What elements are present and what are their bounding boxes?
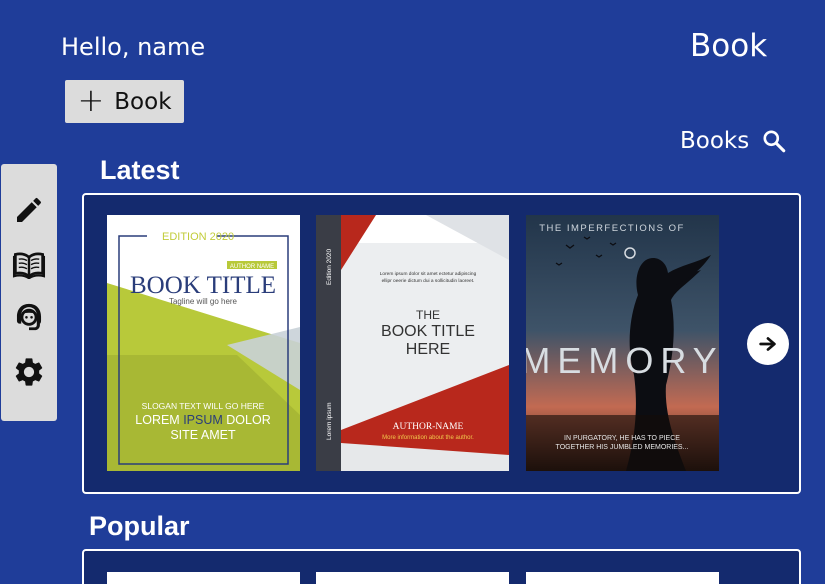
svg-text:LOREM IPSUM DOLOR: LOREM IPSUM DOLOR xyxy=(135,413,270,427)
section-title-popular: Popular xyxy=(89,511,190,541)
cover1-author-tag: AUTHOR NAME xyxy=(230,264,274,270)
open-book-icon xyxy=(12,252,46,279)
cover1-lorem-2: SITE AMET xyxy=(170,428,236,442)
app-title: Book xyxy=(690,28,768,64)
books-link-label: Books xyxy=(680,128,750,154)
sidebar-item-support[interactable] xyxy=(11,300,47,336)
cover2-title-1: THE xyxy=(416,308,440,322)
gear-icon xyxy=(15,358,43,386)
cover1-lorem-c: DOLOR xyxy=(226,413,270,427)
cover2-title-3: HERE xyxy=(406,341,450,358)
section-title-latest: Latest xyxy=(100,155,180,185)
cover1-lorem-a: LOREM xyxy=(135,413,179,427)
popular-book-cover-1[interactable] xyxy=(107,572,300,584)
cover1-slogan: SLOGAN TEXT WILL GO HERE xyxy=(142,401,265,411)
cover1-lorem-b: IPSUM xyxy=(183,413,223,427)
add-book-label: Book xyxy=(114,88,172,115)
sidebar xyxy=(1,164,57,421)
book-cover-1[interactable]: EDITION 2020 AUTHOR NAME BOOK TITLE Tagl… xyxy=(107,215,300,471)
next-button[interactable] xyxy=(747,323,789,365)
plus-icon: + xyxy=(77,80,105,119)
sidebar-item-library[interactable] xyxy=(11,246,47,282)
sidebar-item-edit[interactable] xyxy=(11,192,47,228)
cover1-edition: EDITION 2020 xyxy=(162,231,234,243)
cover3-top-line: THE IMPERFECTIONS OF xyxy=(539,223,685,234)
cover3-tagline-2: TOGETHER HIS JUMBLED MEMORIES... xyxy=(556,444,689,451)
cover2-author-note: More information about the author. xyxy=(382,435,474,441)
popular-book-cover-2[interactable] xyxy=(316,572,509,584)
cover3-title: MEMORY xyxy=(526,340,719,381)
search-icon xyxy=(763,130,786,153)
book-cover-3[interactable]: THE IMPERFECTIONS OF MEMORY IN PURGATORY… xyxy=(526,215,719,471)
cover1-tagline: Tagline will go here xyxy=(169,297,238,306)
arrow-right-icon xyxy=(759,337,776,351)
cover2-spine: Lorem ipsum xyxy=(326,402,333,440)
cover2-title-2: BOOK TITLE xyxy=(381,323,475,340)
sidebar-item-settings[interactable] xyxy=(11,354,47,390)
popular-book-cover-3[interactable] xyxy=(526,572,719,584)
book-cover-2[interactable]: Edition 2020 Lorem ipsum Lorem ipsum dol… xyxy=(316,215,509,471)
cover2-blurb-1: Lorem ipsum dolor sit amet ectetur adipi… xyxy=(380,271,477,277)
greeting: Hello, name xyxy=(61,33,206,61)
add-book-button[interactable]: + Book xyxy=(65,80,184,123)
cover2-blurb-2: ellipr oeerie dictum dui a sollicitudin … xyxy=(382,278,475,284)
books-search-link[interactable]: Books xyxy=(680,128,787,154)
support-agent-icon xyxy=(16,303,42,331)
pencil-icon xyxy=(17,197,41,222)
cover1-title: BOOK TITLE xyxy=(130,272,276,299)
cover2-edition-side: Edition 2020 xyxy=(326,248,333,285)
cover3-tagline-1: IN PURGATORY, HE HAS TO PIECE xyxy=(564,435,680,442)
cover2-author: AUTHOR-NAME xyxy=(393,422,464,432)
